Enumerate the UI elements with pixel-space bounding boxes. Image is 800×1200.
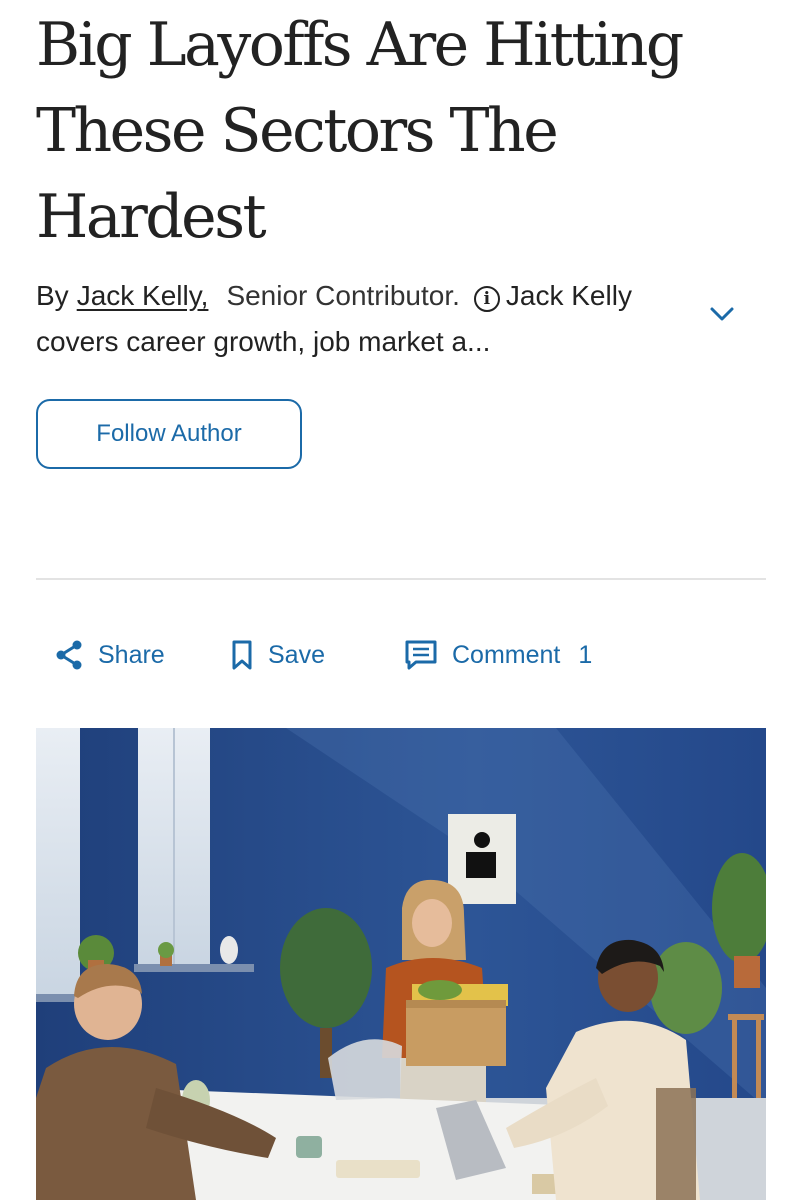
byline: By Jack Kelly, Senior Contributor. i Jack Ke…: [36, 273, 676, 365]
headline-line: Big Layoffs Are Hitting: [36, 10, 684, 80]
chevron-down-icon: [710, 307, 734, 321]
comment-icon: [405, 640, 437, 670]
comment-count: 1: [578, 640, 593, 669]
author-link[interactable]: Jack Kelly,: [77, 280, 209, 311]
divider: [36, 578, 766, 580]
comment-button[interactable]: Comment 1: [404, 632, 592, 678]
expand-bio-button[interactable]: [704, 300, 740, 328]
share-button[interactable]: Share: [54, 632, 165, 678]
share-label: Share: [98, 640, 165, 669]
info-icon[interactable]: i: [473, 286, 500, 312]
headline-line: These Sectors The: [36, 96, 559, 166]
headline-line: Hardest: [36, 182, 267, 252]
share-icon: [56, 640, 82, 670]
save-label: Save: [268, 640, 325, 669]
office-layoff-photo: [36, 728, 766, 1200]
save-button[interactable]: Save: [230, 632, 325, 678]
author-title: Senior Contributor.: [226, 280, 460, 311]
hero-image[interactable]: [36, 728, 766, 1200]
comment-label: Comment: [452, 640, 561, 669]
byline-by: By: [36, 280, 69, 311]
follow-author-button[interactable]: Follow Author: [36, 399, 302, 469]
article-headline: Big Layoffs Are Hitting These Sectors Th…: [36, 2, 736, 260]
bookmark-icon: [232, 640, 252, 670]
